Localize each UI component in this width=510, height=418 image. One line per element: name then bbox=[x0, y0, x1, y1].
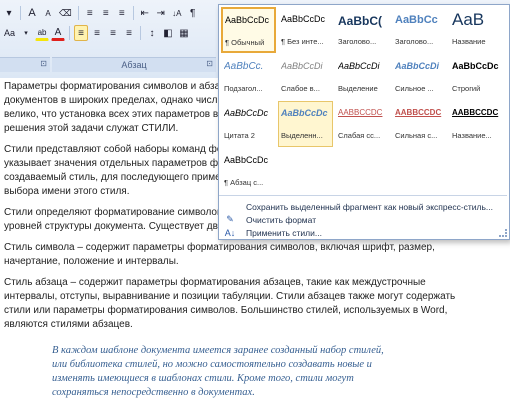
sort-button[interactable]: ↓A bbox=[170, 5, 184, 21]
style-tile[interactable]: AABBCCDC Название... bbox=[449, 101, 504, 147]
gallery-command-item[interactable]: Сохранить выделенный фрагмент как новый … bbox=[219, 200, 507, 213]
style-tile[interactable]: AaBbCcDi Слабое в... bbox=[278, 54, 333, 100]
save-selection-icon bbox=[222, 201, 238, 213]
quote-line: В каждом шаблоне документа имеется заран… bbox=[52, 345, 384, 356]
style-label: Название bbox=[452, 37, 486, 46]
dialog-launcher-icon[interactable]: ⊡ bbox=[40, 59, 47, 68]
align-center-button[interactable]: ≡ bbox=[90, 25, 104, 41]
doc-line: Стиль символа – содержит параметры форма… bbox=[4, 242, 435, 253]
dialog-launcher-icon[interactable]: ⊡ bbox=[206, 59, 213, 68]
style-preview: AaBbCcDc bbox=[225, 15, 270, 25]
style-tile[interactable]: AaBbCc. Подзагол... bbox=[221, 54, 276, 100]
style-tile[interactable]: AaBbCcDi Сильное ... bbox=[392, 54, 447, 100]
style-preview: AaBbCcDc bbox=[452, 61, 499, 71]
decrease-indent-button[interactable]: ⇤ bbox=[138, 5, 152, 21]
shrink-font-button[interactable]: A bbox=[41, 5, 55, 21]
highlight-button[interactable]: ab bbox=[35, 25, 50, 41]
style-preview: AaBbCcDc bbox=[281, 14, 326, 24]
grow-font-button[interactable]: A bbox=[25, 5, 39, 21]
paragraph-group-label: Абзац bbox=[121, 60, 147, 70]
doc-line: стили или параметры форматирования симво… bbox=[4, 305, 448, 316]
style-preview: AaBbCc. bbox=[224, 61, 264, 72]
style-label: ¶ Абзац с... bbox=[224, 178, 264, 187]
style-label: Заголово... bbox=[395, 37, 434, 46]
doc-line: являются стилями абзацев. bbox=[4, 319, 133, 330]
style-label: Сильная с... bbox=[395, 131, 438, 140]
style-label: ¶ Обычный bbox=[225, 38, 265, 47]
style-label: Подзагол... bbox=[224, 84, 263, 93]
paragraph-group-footer: Абзац ⊡ bbox=[52, 57, 216, 72]
style-preview: AaBbCcDi bbox=[395, 61, 440, 71]
font-color-button[interactable]: A bbox=[51, 25, 66, 41]
gallery-command-item[interactable]: A↓ Применить стили... bbox=[219, 226, 507, 239]
align-right-button[interactable]: ≡ bbox=[106, 25, 120, 41]
quote-line: изменять имеющиеся в шаблонах стили. Кро… bbox=[52, 373, 354, 384]
increase-indent-button[interactable]: ⇥ bbox=[154, 5, 168, 21]
style-label: Слабое в... bbox=[281, 84, 320, 93]
style-label: Слабая сс... bbox=[338, 131, 381, 140]
style-tile[interactable]: AaBbCcDc ¶ Абзац с... bbox=[221, 148, 276, 194]
style-label: Заголово... bbox=[338, 37, 377, 46]
line-spacing-button[interactable]: ↕ bbox=[145, 25, 159, 41]
justify-button[interactable]: ≡ bbox=[122, 25, 136, 41]
style-preview: AaBbCcDc bbox=[281, 108, 328, 118]
borders-button[interactable]: ▦ bbox=[177, 25, 191, 41]
style-label: Строгий bbox=[452, 84, 481, 93]
style-label: Цитата 2 bbox=[224, 131, 255, 140]
style-label: Выделенн... bbox=[281, 131, 323, 140]
apply-styles-icon: A↓ bbox=[224, 227, 236, 238]
gallery-command-item[interactable]: ✎ Очистить формат bbox=[219, 213, 507, 226]
style-tile[interactable]: AaBbC( Заголово... bbox=[335, 7, 390, 53]
show-marks-button[interactable]: ¶ bbox=[186, 5, 200, 21]
style-tile[interactable]: AABBCCDC Слабая сс... bbox=[335, 101, 390, 147]
style-preview: AaBbCcDi bbox=[338, 61, 380, 71]
style-preview: AaB bbox=[452, 10, 485, 29]
doc-line: начертание, положение и интервалы. bbox=[4, 256, 179, 267]
style-label: Выделение bbox=[338, 84, 378, 93]
style-preview: AABBCCDC bbox=[338, 108, 383, 117]
shading-button[interactable]: ◧ bbox=[161, 25, 175, 41]
quote-line: или библиотека стилей, но можно самостоя… bbox=[52, 359, 372, 370]
dropdown-arrow-icon[interactable]: ▾ bbox=[19, 25, 33, 41]
style-preview: AABBCCDC bbox=[395, 108, 442, 117]
style-preview: AaBbCcDc bbox=[224, 108, 269, 118]
style-tile[interactable]: AaBbCcDc ¶ Без инте... bbox=[278, 7, 333, 53]
ribbon-row-2: Aa ▾ ab A ≡ ≡ ≡ ≡ ↕ ◧ ▦ bbox=[2, 24, 191, 42]
multilevel-list-button[interactable]: ≡ bbox=[115, 5, 129, 21]
style-tile[interactable]: AaBbCcDc Выделенн... bbox=[278, 101, 333, 147]
change-case-button[interactable]: Aa bbox=[2, 25, 17, 41]
doc-line: интервалы, отступы, выравнивание и позиц… bbox=[4, 291, 456, 302]
style-preview: AaBbCc bbox=[395, 14, 438, 26]
style-preview: AaBbCcDc bbox=[224, 155, 269, 165]
bullets-button[interactable]: ≡ bbox=[83, 5, 97, 21]
gallery-divider bbox=[219, 195, 507, 196]
style-preview: AaBbC( bbox=[338, 14, 382, 28]
gallery-command-label: Очистить формат bbox=[246, 214, 317, 225]
style-label: ¶ Без инте... bbox=[281, 37, 324, 46]
font-group-footer: ⊡ bbox=[0, 57, 50, 72]
style-tile[interactable]: AaBbCcDi Выделение bbox=[335, 54, 390, 100]
style-tile[interactable]: AaBbCc Заголово... bbox=[392, 7, 447, 53]
numbering-button[interactable]: ≡ bbox=[99, 5, 113, 21]
style-preview: AaBbCcDi bbox=[281, 61, 323, 71]
styles-gallery-dropdown: AaBbCcDc ¶ Обычный AaBbCcDc ¶ Без инте... Aa… bbox=[218, 4, 510, 240]
style-tile[interactable]: AABBCCDC Сильная с... bbox=[392, 101, 447, 147]
gallery-command-label: Сохранить выделенный фрагмент как новый … bbox=[246, 201, 494, 212]
style-label: Название... bbox=[452, 131, 492, 140]
style-tile[interactable]: AaBbCcDc Цитата 2 bbox=[221, 101, 276, 147]
ribbon-row-1: ▾ A A ⌫ ≡ ≡ ≡ ⇤ ⇥ ↓A ¶ bbox=[2, 4, 200, 22]
dropdown-arrow-icon[interactable]: ▾ bbox=[2, 5, 16, 21]
resize-grip-icon[interactable] bbox=[499, 229, 507, 237]
gallery-command-label: Применить стили... bbox=[246, 227, 322, 238]
quote-line: сохраняться непосредственно в документах… bbox=[52, 387, 255, 398]
clear-format-icon[interactable]: ⌫ bbox=[57, 5, 74, 21]
style-tile[interactable]: AaB Название bbox=[449, 7, 504, 53]
style-tile[interactable]: AaBbCcDc Строгий bbox=[449, 54, 504, 100]
align-left-button[interactable]: ≡ bbox=[74, 25, 89, 41]
style-tile[interactable]: AaBbCcDc ¶ Обычный bbox=[221, 7, 276, 53]
style-preview: AABBCCDC bbox=[452, 108, 499, 117]
doc-line: Стиль абзаца – содержит параметры формат… bbox=[4, 277, 426, 288]
clear-format-icon: ✎ bbox=[226, 214, 234, 224]
style-label: Сильное ... bbox=[395, 84, 434, 93]
